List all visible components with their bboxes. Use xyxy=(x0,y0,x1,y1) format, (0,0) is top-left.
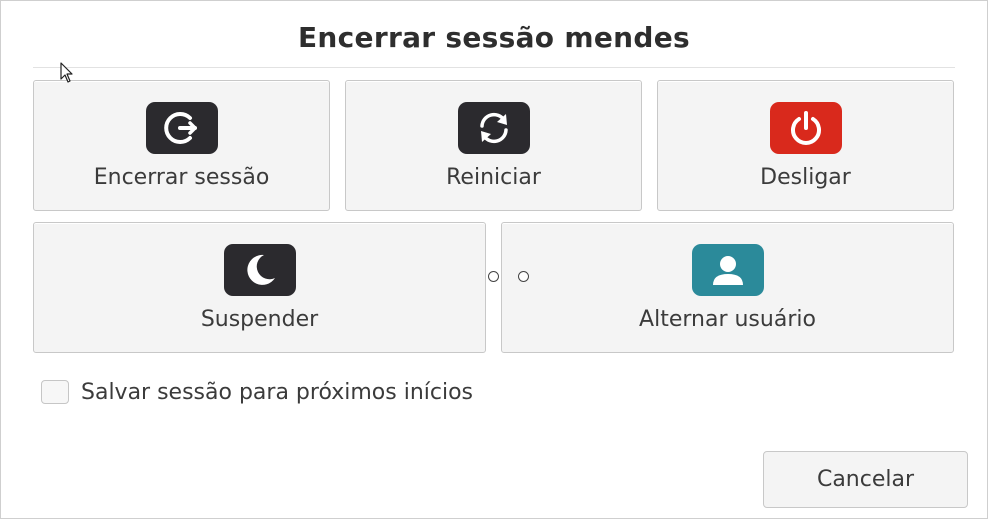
save-session-row[interactable]: Salvar sessão para próximos inícios xyxy=(41,377,473,407)
resize-handle-left[interactable] xyxy=(488,271,499,282)
switch-user-label: Alternar usuário xyxy=(639,307,816,332)
logout-icon xyxy=(145,102,218,154)
suspend-button[interactable]: Suspender xyxy=(33,222,486,353)
user-icon xyxy=(691,244,764,296)
logout-button[interactable]: Encerrar sessão xyxy=(33,80,330,211)
title-separator xyxy=(33,67,955,68)
logout-dialog: Encerrar sessão mendes Encerrar sessão R… xyxy=(0,0,988,519)
dialog-title: Encerrar sessão mendes xyxy=(298,21,690,54)
save-session-checkbox[interactable] xyxy=(41,380,69,404)
restart-label: Reiniciar xyxy=(446,165,541,190)
moon-icon xyxy=(223,244,296,296)
suspend-label: Suspender xyxy=(200,307,319,332)
logout-label: Encerrar sessão xyxy=(93,165,270,190)
restart-icon xyxy=(457,102,530,154)
shutdown-label: Desligar xyxy=(760,165,851,190)
resize-handle-right[interactable] xyxy=(518,271,529,282)
shutdown-button[interactable]: Desligar xyxy=(657,80,954,211)
save-session-label: Salvar sessão para próximos inícios xyxy=(81,379,474,405)
switch-user-button[interactable]: Alternar usuário xyxy=(501,222,954,353)
power-icon xyxy=(769,102,842,154)
restart-button[interactable]: Reiniciar xyxy=(345,80,642,211)
mouse-pointer-icon xyxy=(60,62,74,88)
cancel-button[interactable]: Cancelar xyxy=(763,451,968,508)
